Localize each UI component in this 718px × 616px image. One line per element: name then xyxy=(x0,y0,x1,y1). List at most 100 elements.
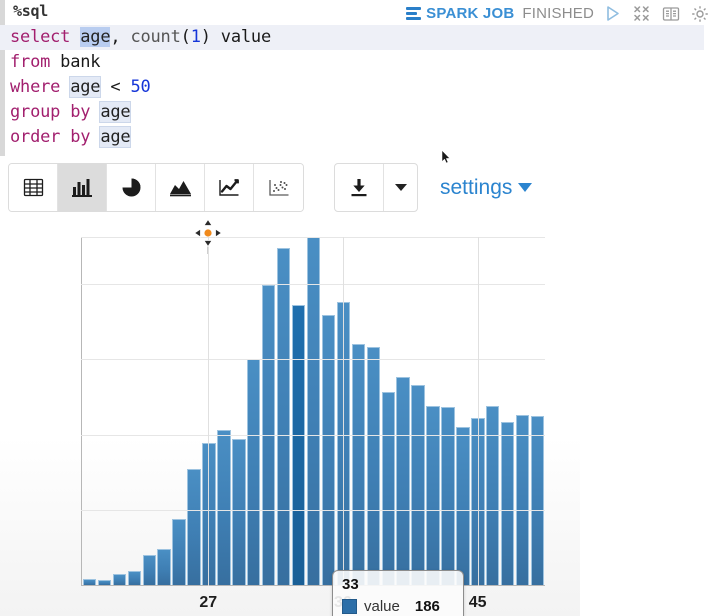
bar[interactable] xyxy=(217,429,231,585)
settings-toggle[interactable]: settings xyxy=(440,175,533,200)
code-token: 50 xyxy=(130,77,151,97)
plot-area xyxy=(81,237,545,586)
bar[interactable] xyxy=(486,405,500,585)
code-token: < xyxy=(100,77,131,97)
bar[interactable] xyxy=(515,414,530,585)
x-axis-tick-label: 27 xyxy=(199,594,218,611)
bar[interactable] xyxy=(291,304,306,585)
paragraph-status-bar: SPARK JOB FINISHED xyxy=(406,3,710,24)
spark-job-link[interactable]: SPARK JOB xyxy=(406,5,514,22)
bar[interactable] xyxy=(321,315,336,585)
bar-series[interactable] xyxy=(82,237,545,585)
viz-button-table[interactable] xyxy=(9,164,58,211)
chevron-down-icon xyxy=(394,184,407,191)
code-token: age xyxy=(69,76,102,98)
code-token: select xyxy=(10,27,71,47)
visualization-toolbar: settings xyxy=(8,163,533,212)
code-line[interactable]: from bank xyxy=(10,50,700,75)
code-token: ( xyxy=(180,27,191,47)
viz-button-scatter-chart[interactable] xyxy=(254,164,303,211)
download-icon[interactable] xyxy=(335,164,384,211)
chart-tooltip: 33 value 186 xyxy=(332,570,464,616)
mouse-cursor xyxy=(441,150,451,164)
bar[interactable] xyxy=(501,422,515,585)
bar[interactable] xyxy=(97,580,112,585)
code-token: 1 xyxy=(190,27,201,47)
bar[interactable] xyxy=(411,384,425,585)
bar[interactable] xyxy=(276,247,291,585)
gridline-horizontal xyxy=(81,237,545,238)
gridline-horizontal xyxy=(81,434,545,436)
viz-type-button-group xyxy=(8,163,304,212)
viz-button-line-chart[interactable] xyxy=(205,164,254,211)
tooltip-key: 33 xyxy=(342,576,359,593)
gridline-vertical xyxy=(342,237,344,586)
gridline-vertical xyxy=(208,237,210,586)
bar[interactable] xyxy=(187,469,201,585)
gridline-horizontal xyxy=(81,359,545,361)
sql-code-block[interactable]: select age, count(1) value from bank where… xyxy=(0,25,704,150)
code-line[interactable]: group by age xyxy=(10,100,700,125)
bar[interactable] xyxy=(82,578,97,585)
bar[interactable] xyxy=(426,405,440,585)
code-line[interactable]: select age, count(1) value xyxy=(0,25,704,50)
bar[interactable] xyxy=(157,548,171,585)
bar[interactable] xyxy=(396,377,410,585)
gridline-horizontal xyxy=(81,510,545,512)
code-token: age xyxy=(80,27,111,47)
code-token: from xyxy=(10,52,51,72)
code-token: where xyxy=(10,77,61,97)
code-token: order by xyxy=(10,127,91,147)
move-cursor-icon xyxy=(194,219,222,247)
code-token: , xyxy=(110,27,131,47)
tooltip-series-value: 186 xyxy=(414,598,440,615)
code-token: group by xyxy=(10,102,91,122)
tooltip-series-name: value xyxy=(364,598,400,615)
interpreter-label: %sql xyxy=(13,2,48,20)
play-icon[interactable] xyxy=(602,3,623,24)
bar[interactable] xyxy=(456,426,470,585)
bar[interactable] xyxy=(366,346,380,585)
bar[interactable] xyxy=(306,237,321,585)
collapse-icon[interactable] xyxy=(631,3,652,24)
bar[interactable] xyxy=(112,574,127,585)
code-token: bank xyxy=(50,52,101,72)
code-line[interactable]: order by age xyxy=(10,125,700,150)
book-icon[interactable] xyxy=(660,3,681,24)
bar[interactable] xyxy=(127,571,141,585)
gear-icon[interactable] xyxy=(689,3,710,24)
spark-job-label: SPARK JOB xyxy=(426,5,515,22)
code-token: ) value xyxy=(200,27,271,47)
bar[interactable] xyxy=(351,343,366,585)
tooltip-series-swatch xyxy=(342,599,357,614)
x-axis xyxy=(81,585,545,586)
bar-chart[interactable]: 231200150100500 273645 33 value 186 xyxy=(0,218,580,616)
chevron-down-icon xyxy=(518,183,533,192)
bar[interactable] xyxy=(172,518,186,585)
spark-job-icon xyxy=(406,7,422,20)
code-line[interactable]: where age < 50 xyxy=(10,75,700,100)
bar[interactable] xyxy=(142,554,156,585)
settings-label: settings xyxy=(440,175,513,199)
editor-gutter xyxy=(0,0,5,156)
viz-button-area-chart[interactable] xyxy=(156,164,205,211)
code-token: age xyxy=(99,126,132,148)
status-badge: FINISHED xyxy=(522,5,594,22)
bar[interactable] xyxy=(441,407,455,585)
code-token: age xyxy=(99,101,132,123)
download-button-group xyxy=(334,163,418,212)
download-dropdown-caret[interactable] xyxy=(384,164,417,211)
zeppelin-paragraph: %sql select age, count(1) value from bank… xyxy=(0,0,718,616)
gridline-horizontal xyxy=(81,283,545,285)
viz-button-pie-chart[interactable] xyxy=(107,164,156,211)
bar[interactable] xyxy=(530,416,545,585)
bar[interactable] xyxy=(232,438,246,585)
code-token: count xyxy=(130,27,181,47)
bar[interactable] xyxy=(381,392,395,585)
viz-button-bar-chart[interactable] xyxy=(58,164,107,211)
bar[interactable] xyxy=(247,359,261,585)
